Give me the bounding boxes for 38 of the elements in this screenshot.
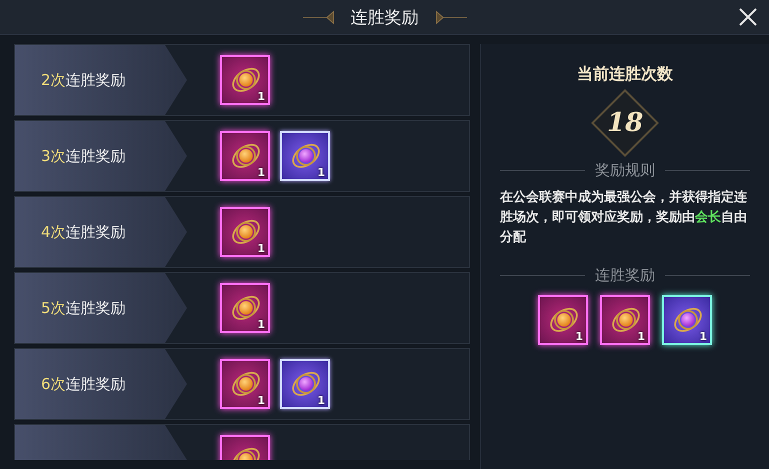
item-quantity: 1 — [317, 166, 325, 179]
item-quantity: 1 — [637, 330, 645, 343]
reward-item[interactable]: 1 — [220, 359, 270, 409]
item-quantity: 1 — [257, 394, 265, 407]
rewards-heading: 连胜奖励 — [595, 266, 655, 285]
item-quantity: 1 — [257, 242, 265, 255]
tier-count: 3次 — [41, 146, 66, 166]
reward-item[interactable]: 1 — [600, 295, 650, 345]
tier-label: 连胜奖励 — [66, 146, 126, 166]
reward-item[interactable]: 1 — [538, 295, 588, 345]
reward-item[interactable]: 1 — [220, 207, 270, 257]
reward-item[interactable]: 1 — [280, 131, 330, 181]
item-quantity: 1 — [257, 90, 265, 103]
reward-item[interactable]: 1 — [220, 283, 270, 333]
item-quantity: 1 — [699, 330, 707, 343]
reward-item[interactable]: 1 — [280, 359, 330, 409]
tier-count: 5次 — [41, 298, 66, 318]
ornament-icon — [302, 8, 336, 26]
tier-count: 6次 — [41, 374, 66, 394]
streak-count: 18 — [606, 108, 644, 138]
item-quantity: 1 — [257, 166, 265, 179]
tier-label: 连胜奖励 — [66, 222, 126, 242]
reward-item[interactable]: 1 — [220, 131, 270, 181]
window-title: 连胜奖励 — [350, 6, 418, 28]
item-quantity: 1 — [575, 330, 583, 343]
tier-count: 2次 — [41, 70, 66, 90]
close-button[interactable] — [737, 6, 759, 28]
item-quantity: 1 — [317, 394, 325, 407]
item-quantity: 1 — [257, 318, 265, 331]
tier-count: 4次 — [41, 222, 66, 242]
streak-title: 当前连胜次数 — [577, 64, 673, 85]
reward-item[interactable]: 1 — [662, 295, 712, 345]
tier-label: 连胜奖励 — [66, 298, 126, 318]
tier-label: 连胜奖励 — [66, 70, 126, 90]
reward-item[interactable]: 1 — [220, 55, 270, 105]
rules-heading: 奖励规则 — [595, 161, 655, 180]
tier-label: 连胜奖励 — [66, 374, 126, 394]
rules-text: 在公会联赛中成为最强公会，并获得指定连胜场次，即可领对应奖励，奖励由会长自由分配 — [500, 188, 748, 247]
